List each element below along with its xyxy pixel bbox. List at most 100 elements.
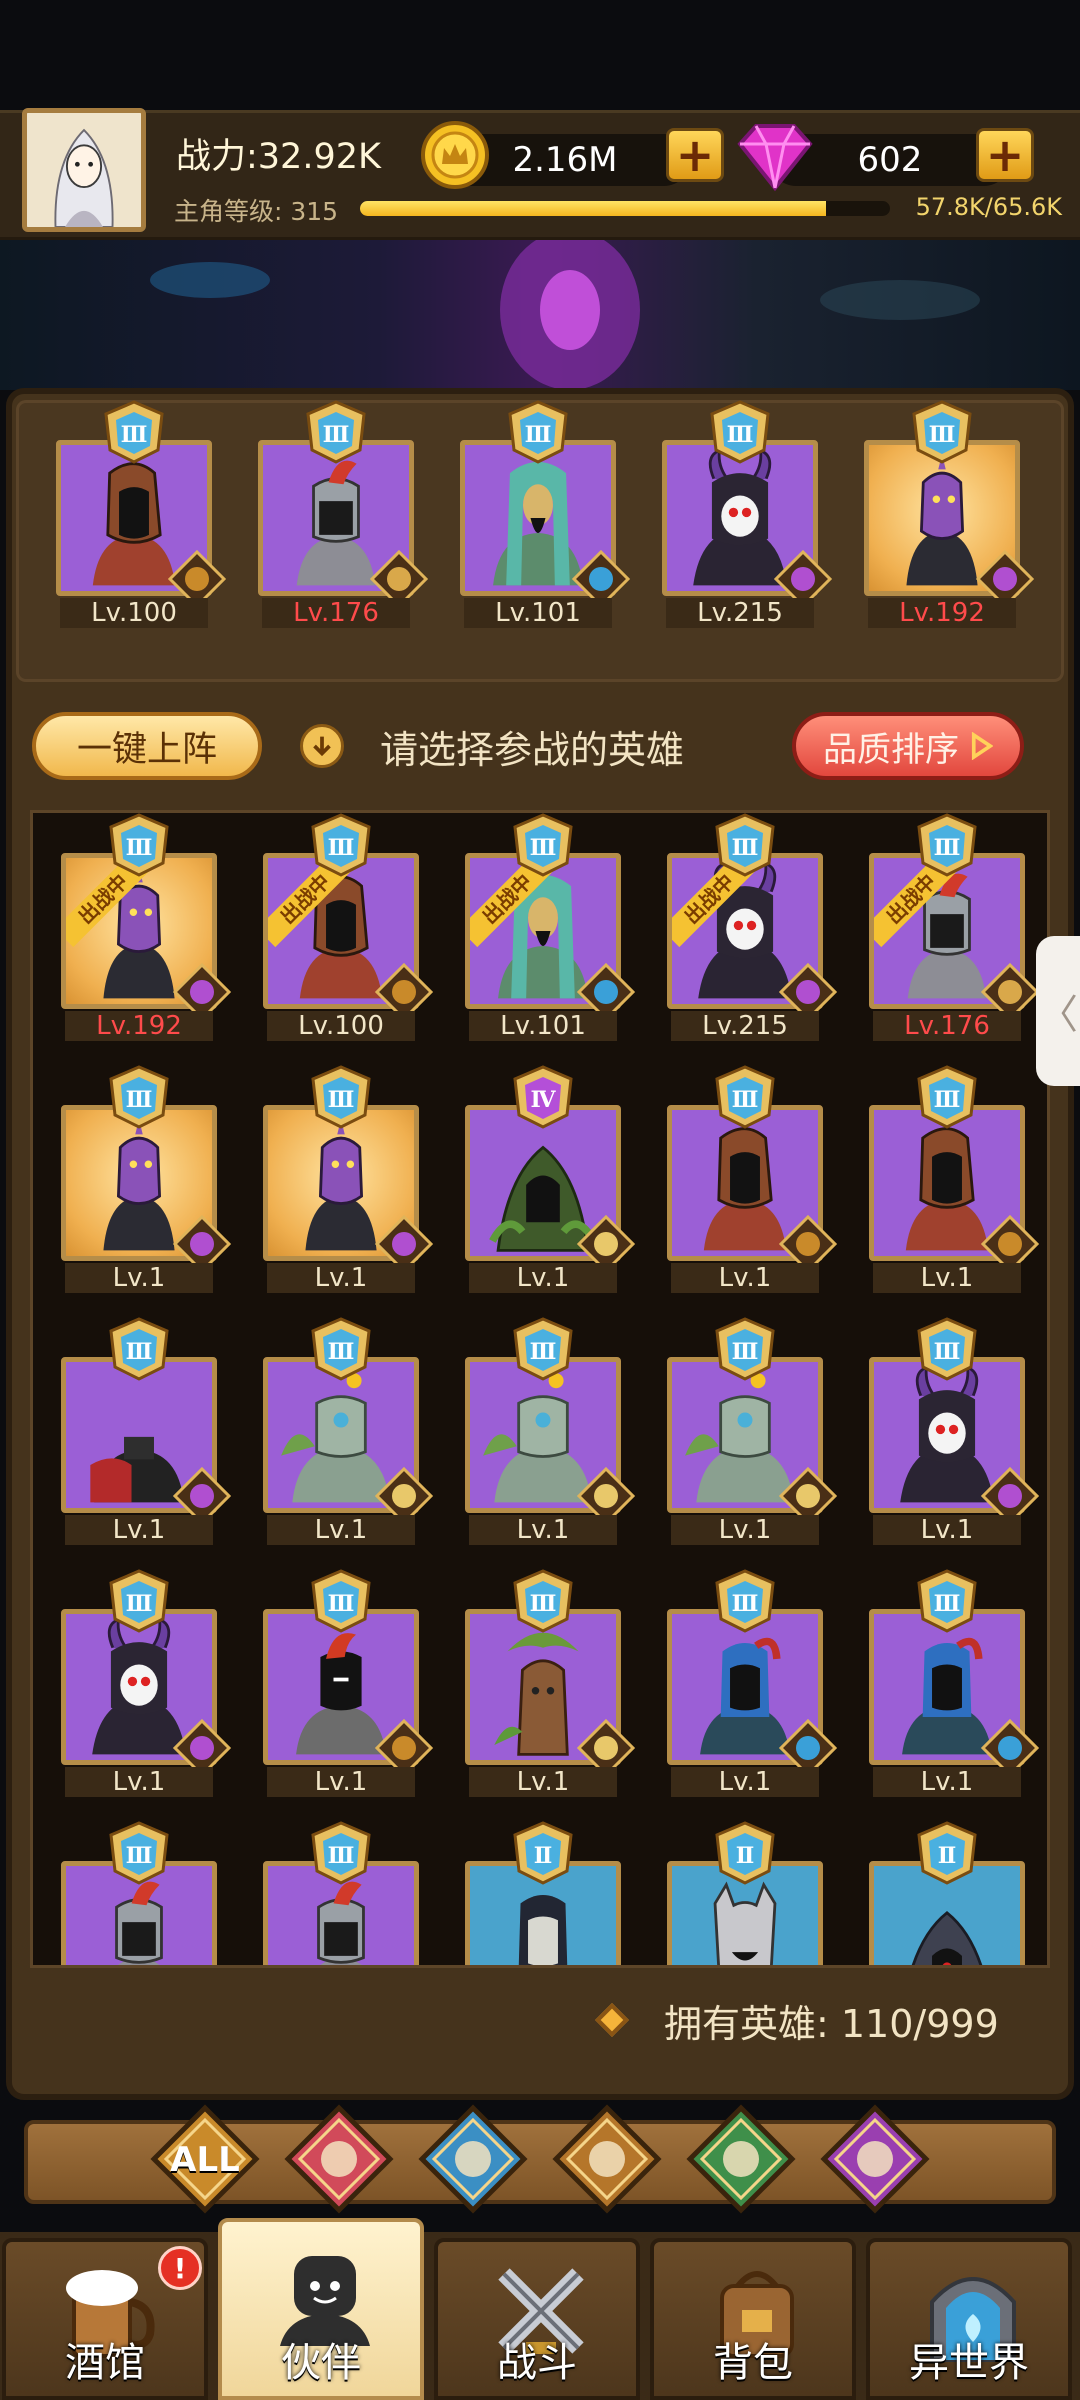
tier-badge-icon: Ⅲ <box>305 1065 377 1129</box>
status-bar <box>0 0 1080 110</box>
tier-badge-icon: Ⅲ <box>300 400 372 464</box>
svg-text:Ⅲ: Ⅲ <box>121 422 148 448</box>
tier-badge-icon: Ⅲ <box>103 813 175 877</box>
tier-badge-icon: Ⅲ <box>704 400 776 464</box>
hero-level: Lv.1 <box>65 1263 213 1293</box>
svg-text:Ⅲ: Ⅲ <box>732 835 759 861</box>
svg-text:Ⅲ: Ⅲ <box>328 1591 355 1617</box>
hero-level: Lv.176 <box>262 598 410 628</box>
tier-badge-icon: Ⅲ <box>103 1821 175 1885</box>
nav-label: 异世界 <box>909 2340 1029 2386</box>
svg-text:Ⅲ: Ⅲ <box>126 1339 153 1365</box>
hero-level: Lv.1 <box>65 1767 213 1797</box>
arrow-down-icon <box>300 724 344 768</box>
svg-text:Ⅲ: Ⅲ <box>732 1087 759 1113</box>
svg-text:Ⅲ: Ⅲ <box>126 1843 153 1869</box>
nav-tab-crossed-swords[interactable]: 战斗 <box>434 2238 640 2400</box>
nav-label: 战斗 <box>497 2340 577 2386</box>
tier-badge-icon: Ⅲ <box>305 1317 377 1381</box>
owned-heroes: 拥有英雄: 110/999 <box>595 1996 999 2046</box>
svg-text:Ⅲ: Ⅲ <box>934 835 961 861</box>
tier-badge-icon: Ⅱ <box>507 1821 579 1885</box>
tier-badge-icon: Ⅲ <box>507 1317 579 1381</box>
nav-label: 背包 <box>713 2340 793 2386</box>
xp-progress-fill <box>360 201 827 216</box>
svg-text:Ⅲ: Ⅲ <box>934 1087 961 1113</box>
hero-level: Lv.1 <box>469 1767 617 1797</box>
nav-label: 伙伴 <box>281 2340 361 2386</box>
svg-text:Ⅲ: Ⅲ <box>727 422 754 448</box>
filter-elf-faction-button[interactable] <box>686 2104 796 2214</box>
tier-badge-icon: Ⅲ <box>911 1569 983 1633</box>
hero-level: Lv.192 <box>65 1011 213 1041</box>
svg-text:Ⅲ: Ⅲ <box>126 1087 153 1113</box>
hero-level: Lv.100 <box>60 598 208 628</box>
quality-sort-button[interactable]: 品质排序 <box>792 712 1024 780</box>
xp-progress-bar <box>360 201 890 216</box>
svg-text:Ⅲ: Ⅲ <box>126 1591 153 1617</box>
svg-text:Ⅲ: Ⅲ <box>929 422 956 448</box>
hero-level: Lv.1 <box>671 1515 819 1545</box>
nav-tab-partner[interactable]: 伙伴 <box>218 2218 424 2400</box>
svg-text:Ⅲ: Ⅲ <box>328 1087 355 1113</box>
filter-crown-faction-button[interactable] <box>284 2104 394 2214</box>
select-hint: 请选择参战的英雄 <box>300 714 684 778</box>
hero-level: Lv.1 <box>671 1767 819 1797</box>
hero-level: Lv.215 <box>671 1011 819 1041</box>
hero-grid[interactable]: 出战中 Ⅲ Lv.192 出战中 Ⅲ Lv.100 出战中 Ⅲ Lv.101 出战中 Ⅲ Lv.215… <box>30 810 1050 1968</box>
hero-level: Lv.100 <box>267 1011 415 1041</box>
filter-fish-faction-button[interactable] <box>418 2104 528 2214</box>
tier-badge-icon: Ⅱ <box>709 1821 781 1885</box>
diamond-bullet-icon <box>595 2003 629 2037</box>
tier-badge-icon: Ⅲ <box>103 1317 175 1381</box>
hero-level: Lv.1 <box>873 1263 1021 1293</box>
nav-tab-portal[interactable]: 异世界 <box>866 2238 1072 2400</box>
one-click-deploy-button[interactable]: 一键上阵 <box>32 712 262 780</box>
add-gold-button[interactable]: + <box>666 128 724 182</box>
filter-demon-faction-button[interactable] <box>820 2104 930 2214</box>
select-hint-text: 请选择参战的英雄 <box>380 727 685 772</box>
nav-tab-backpack[interactable]: 背包 <box>650 2238 856 2400</box>
hero-level: Lv.101 <box>464 598 612 628</box>
svg-text:Ⅲ: Ⅲ <box>328 1339 355 1365</box>
tier-badge-icon: Ⅲ <box>507 813 579 877</box>
tier-badge-icon: Ⅲ <box>305 1821 377 1885</box>
tier-badge-icon: Ⅲ <box>103 1065 175 1129</box>
tier-badge-icon: Ⅲ <box>906 400 978 464</box>
svg-text:Ⅲ: Ⅲ <box>530 1591 557 1617</box>
tier-badge-icon: Ⅲ <box>98 400 170 464</box>
svg-text:Ⅲ: Ⅲ <box>328 835 355 861</box>
svg-text:Ⅱ: Ⅱ <box>938 1843 957 1869</box>
tier-badge-icon: Ⅲ <box>709 1569 781 1633</box>
svg-text:Ⅱ: Ⅱ <box>736 1843 755 1869</box>
svg-text:Ⅲ: Ⅲ <box>323 422 350 448</box>
hero-level: Lv.101 <box>469 1011 617 1041</box>
gold-coin-icon <box>420 120 490 190</box>
hero-level: Lv.1 <box>267 1767 415 1797</box>
quality-sort-label: 品质排序 <box>823 729 959 770</box>
svg-text:Ⅲ: Ⅲ <box>530 1339 557 1365</box>
player-level: 主角等级: 315 <box>174 197 339 226</box>
tier-badge-icon: Ⅲ <box>709 1317 781 1381</box>
svg-text:Ⅲ: Ⅲ <box>530 835 557 861</box>
hero-level: Lv.1 <box>873 1515 1021 1545</box>
filter-all-label: ALL <box>170 2140 240 2180</box>
tier-badge-icon: Ⅳ <box>507 1065 579 1129</box>
tier-badge-icon: Ⅲ <box>911 813 983 877</box>
owned-heroes-text: 拥有英雄: 110/999 <box>664 2001 999 2046</box>
filter-lion-faction-button[interactable] <box>552 2104 662 2214</box>
svg-text:Ⅲ: Ⅲ <box>126 835 153 861</box>
tier-badge-icon: Ⅲ <box>507 1569 579 1633</box>
combat-power: 战力:32.92K <box>176 137 381 177</box>
tavern-notification-badge: ! <box>158 2246 202 2290</box>
filter-all-button[interactable]: ALL <box>150 2104 260 2214</box>
svg-text:Ⅲ: Ⅲ <box>934 1591 961 1617</box>
svg-text:Ⅲ: Ⅲ <box>732 1591 759 1617</box>
tier-badge-icon: Ⅲ <box>709 1065 781 1129</box>
hero-level: Lv.1 <box>671 1263 819 1293</box>
side-expand-tab[interactable]: 〈 <box>1036 936 1080 1086</box>
xp-text: 57.8K/65.6K <box>915 193 1062 221</box>
hero-level: Lv.1 <box>469 1263 617 1293</box>
add-gems-button[interactable]: + <box>976 128 1034 182</box>
player-avatar[interactable] <box>22 108 146 232</box>
